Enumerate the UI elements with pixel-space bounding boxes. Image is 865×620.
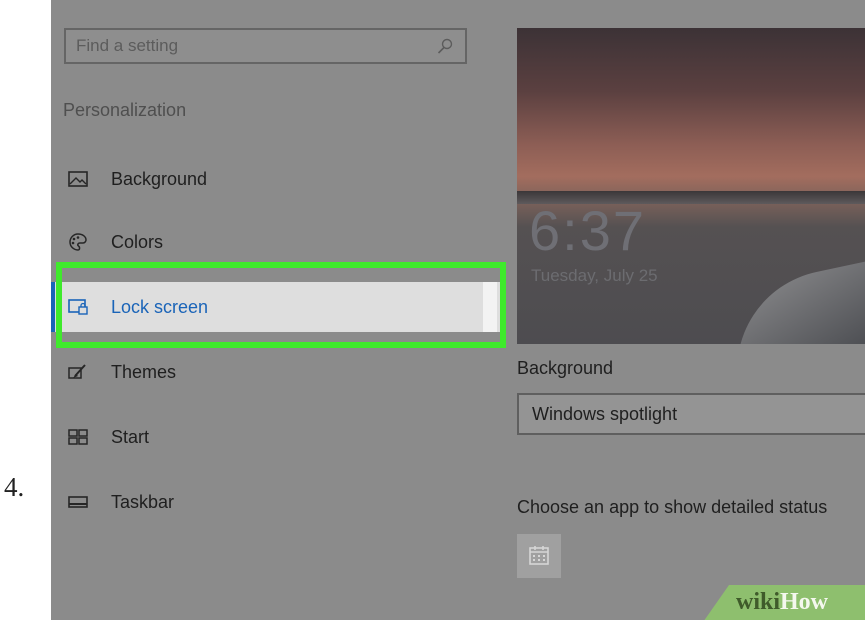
sidebar-item-background[interactable]: Background xyxy=(51,154,501,204)
preview-date: Tuesday, July 25 xyxy=(531,266,658,285)
shore-shape xyxy=(718,255,865,344)
search-box[interactable]: Find a setting xyxy=(64,28,467,64)
calendar-icon xyxy=(529,546,549,565)
sidebar-item-label: Start xyxy=(111,427,150,447)
background-label: Background xyxy=(517,358,614,378)
image-icon xyxy=(68,171,88,187)
watermark-how: How xyxy=(780,589,829,615)
settings-window: Find a setting Personalization Backgroun… xyxy=(51,0,865,620)
taskbar-icon xyxy=(68,496,88,508)
sidebar-item-start[interactable]: Start xyxy=(51,412,501,462)
sidebar-item-label: Themes xyxy=(111,362,177,382)
detailed-status-label: Choose an app to show detailed status xyxy=(517,497,828,517)
search-input[interactable]: Find a setting xyxy=(76,30,178,62)
status-app-button[interactable] xyxy=(517,534,561,578)
sidebar-item-themes[interactable]: Themes xyxy=(51,347,501,397)
preview-time: 6:37 xyxy=(529,199,646,262)
lock-screen-preview: 6:37 Tuesday, July 25 xyxy=(517,28,865,344)
start-icon xyxy=(68,429,88,445)
watermark-wiki: wiki xyxy=(736,589,781,615)
sidebar-item-colors[interactable]: Colors xyxy=(51,217,501,267)
watermark: wikiHow xyxy=(736,589,828,616)
sidebar-item-taskbar[interactable]: Taskbar xyxy=(51,477,501,527)
sidebar-item-label: Background xyxy=(111,169,208,189)
section-heading: Personalization xyxy=(63,100,187,120)
selection-indicator xyxy=(51,282,55,332)
dropdown-value: Windows spotlight xyxy=(532,404,678,424)
sidebar-item-label: Colors xyxy=(111,232,164,252)
highlight-box xyxy=(56,262,506,348)
themes-icon xyxy=(68,364,86,379)
search-icon[interactable] xyxy=(437,38,453,54)
step-number: 4. xyxy=(4,472,25,502)
palette-icon xyxy=(69,233,87,251)
background-dropdown[interactable]: Windows spotlight xyxy=(517,393,865,435)
sidebar-item-label: Taskbar xyxy=(111,492,175,512)
